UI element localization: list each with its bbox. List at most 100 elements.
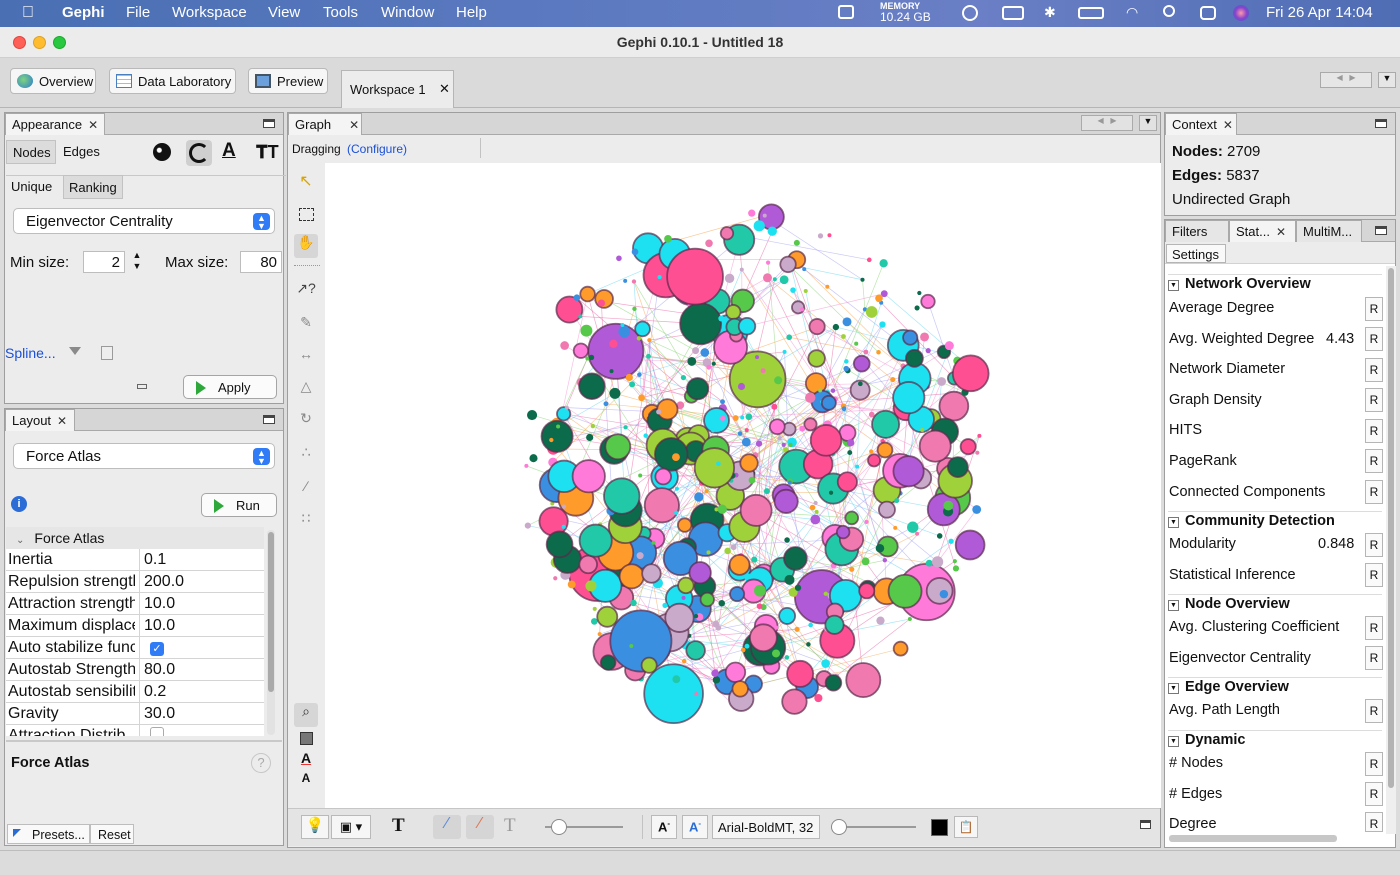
clock[interactable]: Fri 26 Apr 14:04: [1266, 4, 1373, 21]
graph-node[interactable]: [790, 287, 796, 293]
graph-node[interactable]: [634, 320, 651, 338]
graph-node[interactable]: [564, 405, 569, 410]
graph-node[interactable]: [712, 676, 721, 684]
graph-node[interactable]: [654, 467, 673, 486]
graph-node[interactable]: [818, 388, 823, 393]
graph-node[interactable]: [711, 361, 716, 366]
graph-node[interactable]: [879, 321, 886, 328]
graph-node[interactable]: [920, 332, 930, 342]
graph-node[interactable]: [847, 450, 853, 456]
graph-node[interactable]: [918, 429, 952, 463]
graph-node[interactable]: [756, 603, 763, 610]
graph-node[interactable]: [710, 428, 716, 433]
graph-node[interactable]: [863, 349, 869, 355]
scrollbar-thumb[interactable]: [1388, 268, 1394, 788]
graph-node[interactable]: [841, 406, 847, 412]
app-menu[interactable]: Gephi: [62, 4, 105, 21]
stats-scrollbar[interactable]: [1386, 266, 1396, 834]
graph-node[interactable]: [755, 440, 763, 447]
edge-weight-thumb[interactable]: [551, 819, 567, 835]
graph-node[interactable]: [925, 577, 954, 605]
graph-node[interactable]: [609, 609, 673, 673]
graph-node[interactable]: [672, 453, 680, 462]
graph-node[interactable]: [632, 306, 637, 312]
graph-node[interactable]: [920, 428, 925, 433]
graph-node[interactable]: [794, 626, 800, 632]
run-stat-button[interactable]: R: [1365, 449, 1383, 473]
graph-node[interactable]: [656, 398, 679, 421]
edit-pointer-icon[interactable]: ↗?: [294, 280, 318, 304]
min-size-input[interactable]: 2: [83, 251, 125, 273]
graph-node[interactable]: [731, 680, 749, 698]
graph-node[interactable]: [666, 247, 724, 306]
run-stat-button[interactable]: R: [1365, 752, 1383, 776]
graph-node[interactable]: [784, 574, 795, 585]
select-arrow-icon[interactable]: ↖: [294, 171, 318, 195]
graph-node[interactable]: [646, 353, 651, 359]
graph-node[interactable]: [654, 437, 689, 472]
prop-value[interactable]: 30.0: [139, 703, 175, 724]
graph-node[interactable]: [799, 425, 806, 432]
screenshot-icon[interactable]: ▣ ▾: [331, 815, 371, 839]
apply-button[interactable]: Apply: [183, 375, 277, 399]
graph-node[interactable]: [855, 464, 860, 469]
graph-node[interactable]: [618, 325, 631, 338]
graph-node[interactable]: [524, 463, 529, 468]
presets-button[interactable]: Presets...: [7, 824, 90, 844]
close-icon[interactable]: ✕: [88, 118, 98, 132]
graph-node[interactable]: [636, 336, 642, 341]
section-dynamic[interactable]: ▼ Dynamic: [1168, 730, 1382, 748]
minimize-panel-icon[interactable]: [263, 119, 275, 128]
graph-node[interactable]: [809, 504, 816, 511]
graph-node[interactable]: [793, 239, 800, 246]
graph-node[interactable]: [777, 436, 782, 441]
lock-icon[interactable]: [838, 5, 854, 19]
font-size-decrease-icon[interactable]: A-: [651, 815, 677, 839]
graph-node[interactable]: [763, 273, 773, 283]
label-font-icon[interactable]: A: [294, 771, 318, 795]
graph-node[interactable]: [937, 377, 947, 386]
graph-node[interactable]: [931, 594, 936, 599]
graph-node[interactable]: [641, 563, 662, 584]
graph-node[interactable]: [807, 349, 826, 368]
graph-node[interactable]: [567, 580, 576, 589]
graph-node[interactable]: [674, 510, 679, 515]
graph-node[interactable]: [718, 315, 725, 322]
graph-node[interactable]: [693, 614, 699, 619]
graph-node[interactable]: [580, 324, 593, 337]
prop-value[interactable]: 80.0: [139, 659, 175, 680]
close-icon[interactable]: ✕: [349, 118, 359, 132]
graph-node[interactable]: [844, 510, 860, 526]
preview-button[interactable]: Preview: [248, 68, 328, 94]
graph-node[interactable]: [836, 471, 858, 493]
collapse-icon[interactable]: ▼: [1168, 517, 1179, 528]
graph-node[interactable]: [773, 488, 799, 514]
appearance-tab[interactable]: Appearance ✕: [5, 113, 105, 135]
graph-node[interactable]: [625, 632, 630, 638]
graph-node[interactable]: [806, 642, 811, 647]
graph-node[interactable]: [638, 473, 643, 478]
graph-node[interactable]: [711, 669, 719, 677]
graph-node[interactable]: [893, 525, 898, 530]
run-stat-button[interactable]: R: [1365, 419, 1383, 443]
graph-node[interactable]: [774, 625, 779, 630]
graph-node[interactable]: [972, 505, 982, 514]
menu-workspace[interactable]: Workspace: [172, 4, 247, 21]
graph-node[interactable]: [864, 519, 869, 525]
label-color-icon[interactable]: A: [222, 140, 236, 162]
graph-node[interactable]: [719, 226, 735, 241]
graph-node[interactable]: [977, 433, 982, 438]
graph-node[interactable]: [762, 213, 767, 218]
time-machine-icon[interactable]: [962, 5, 978, 21]
graph-node[interactable]: [959, 438, 977, 456]
graph-node[interactable]: [694, 492, 704, 502]
edges-tab[interactable]: Edges: [63, 144, 100, 159]
graph-node[interactable]: [852, 354, 871, 373]
graph-node[interactable]: [954, 529, 986, 561]
graph-node[interactable]: [629, 644, 634, 649]
graph-node[interactable]: [794, 584, 802, 591]
run-stat-button[interactable]: R: [1365, 563, 1383, 587]
stats-hscrollbar[interactable]: [1169, 835, 1337, 842]
graph-node[interactable]: [556, 424, 561, 429]
graph-node[interactable]: [745, 413, 753, 421]
